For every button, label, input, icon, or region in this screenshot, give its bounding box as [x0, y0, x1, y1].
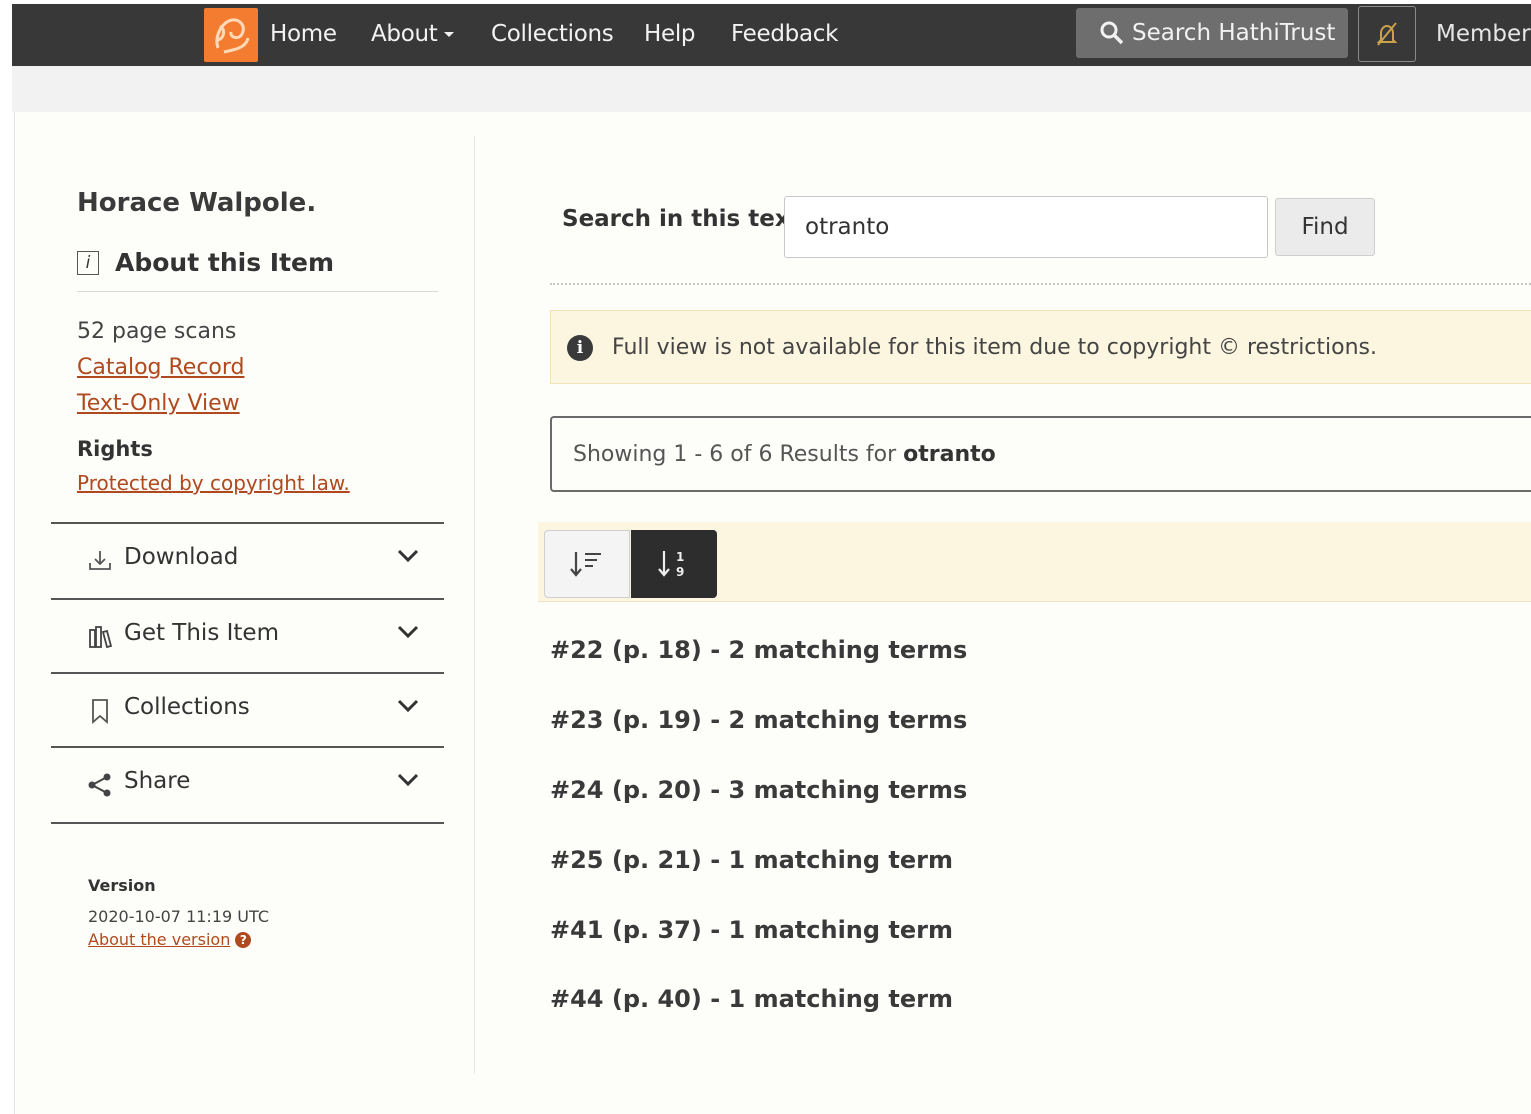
download-icon — [89, 551, 111, 570]
accordion-collections-label: Collections — [124, 694, 250, 720]
svg-text:1: 1 — [676, 550, 684, 564]
nav-home[interactable]: Home — [270, 21, 337, 47]
chevron-down-icon — [397, 699, 419, 713]
bookmark-icon — [92, 699, 108, 724]
results-summary-text: Showing 1 - 6 of 6 Results for otranto — [573, 442, 996, 467]
chevron-down-icon — [397, 773, 419, 787]
svg-text:9: 9 — [676, 565, 684, 579]
nav-feedback[interactable]: Feedback — [731, 21, 838, 47]
bell-slash-icon — [1376, 22, 1398, 46]
result-link[interactable]: #41 (p. 37) - 1 matching term — [550, 916, 953, 944]
result-link[interactable]: #22 (p. 18) - 2 matching terms — [550, 636, 967, 664]
search-hathitrust-button[interactable]: Search HathiTrust — [1076, 8, 1348, 58]
accordion-get-this-item-label: Get This Item — [124, 620, 279, 646]
copyright-alert: i Full view is not available for this it… — [550, 310, 1531, 384]
sort-by-relevance-button[interactable] — [544, 530, 630, 598]
divider — [77, 291, 438, 292]
divider — [550, 283, 1531, 285]
result-link[interactable]: #44 (p. 40) - 1 matching term — [550, 985, 953, 1013]
accordion-download[interactable]: Download — [51, 522, 444, 596]
question-icon: ? — [235, 931, 252, 948]
accordion-download-label: Download — [124, 544, 239, 570]
search-in-text-input[interactable] — [784, 196, 1268, 258]
accordion-collections[interactable]: Collections — [51, 672, 444, 746]
nav-help[interactable]: Help — [644, 21, 696, 47]
accordion-share-label: Share — [124, 768, 191, 794]
about-version-link[interactable]: About the version ? — [88, 930, 252, 949]
share-icon — [88, 773, 111, 797]
search-icon — [1100, 21, 1124, 45]
notifications-button[interactable] — [1358, 6, 1416, 62]
copyright-alert-text: Full view is not available for this item… — [612, 335, 1377, 360]
rights-link[interactable]: Protected by copyright law. — [77, 471, 350, 495]
about-item-heading: i About this Item — [77, 248, 334, 277]
search-hathitrust-label: Search HathiTrust — [1132, 20, 1336, 46]
library-icon — [89, 626, 113, 649]
results-summary: Showing 1 - 6 of 6 Results for otranto — [550, 416, 1531, 492]
accordion-get-this-item[interactable]: Get This Item — [51, 598, 444, 672]
caret-down-icon — [443, 32, 454, 37]
about-version-label: About the version — [88, 930, 231, 949]
result-link[interactable]: #24 (p. 20) - 3 matching terms — [550, 776, 967, 804]
sub-header-strip — [12, 66, 1531, 112]
top-navbar: Home About Collections Help Feedback Sea… — [12, 4, 1531, 66]
sort-by-sequence-button[interactable]: 1 9 — [631, 530, 717, 598]
chevron-down-icon — [397, 625, 419, 639]
text-only-view-link[interactable]: Text-Only View — [77, 391, 240, 416]
item-author: Horace Walpole. — [77, 188, 317, 218]
version-date: 2020-10-07 11:19 UTC — [88, 907, 269, 926]
results-summary-term: otranto — [903, 442, 996, 467]
accordion-share[interactable]: Share — [51, 746, 444, 820]
sidebar-divider — [474, 136, 475, 1074]
find-button[interactable]: Find — [1275, 198, 1375, 256]
member-login[interactable]: Member — [1436, 21, 1531, 47]
results-summary-prefix: Showing 1 - 6 of 6 Results for — [573, 442, 897, 467]
sort-toolbar: 1 9 — [538, 522, 1531, 602]
search-in-text-label: Search in this text — [562, 206, 801, 232]
hathitrust-logo[interactable] — [204, 8, 258, 62]
divider — [51, 822, 444, 824]
result-link[interactable]: #23 (p. 19) - 2 matching terms — [550, 706, 967, 734]
sort-numeric-icon: 1 9 — [658, 550, 684, 579]
result-link[interactable]: #25 (p. 21) - 1 matching term — [550, 846, 953, 874]
sort-relevance-icon — [570, 552, 601, 577]
version-label: Version — [88, 876, 156, 895]
info-icon: i — [77, 250, 99, 275]
catalog-record-link[interactable]: Catalog Record — [77, 355, 245, 380]
about-item-label: About this Item — [115, 248, 335, 277]
nav-about-label: About — [371, 21, 438, 47]
info-circle-icon: i — [567, 335, 593, 361]
chevron-down-icon — [397, 549, 419, 563]
page-scans-count: 52 page scans — [77, 319, 237, 344]
nav-collections[interactable]: Collections — [491, 21, 614, 47]
rights-label: Rights — [77, 437, 153, 461]
nav-about[interactable]: About — [371, 21, 454, 47]
